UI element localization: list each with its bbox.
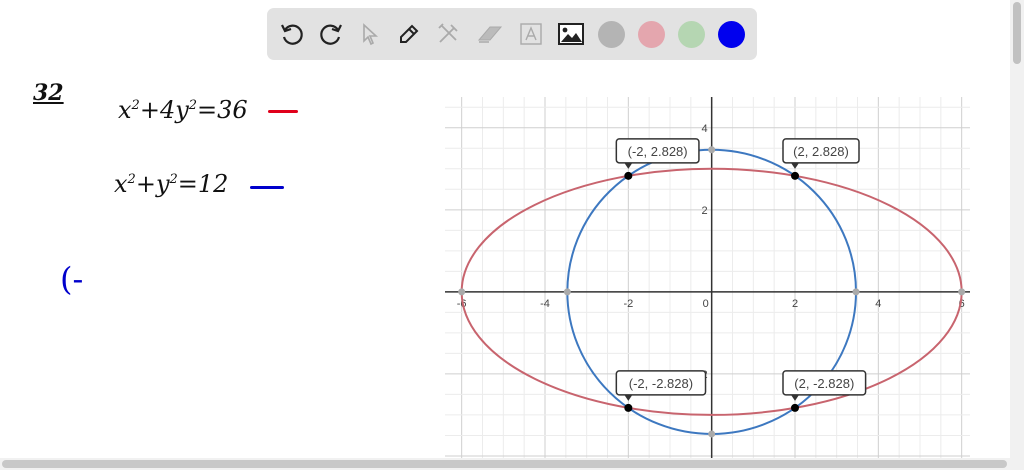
point-label: (2, 2.828) xyxy=(793,144,849,159)
toolbar xyxy=(267,8,757,60)
intersection-point xyxy=(624,171,633,180)
point-label: (-2, -2.828) xyxy=(629,376,693,391)
color-swatch-pink[interactable] xyxy=(638,21,665,48)
horizontal-scrollbar[interactable] xyxy=(0,458,1024,470)
x-tick-label: -4 xyxy=(540,298,550,310)
point-label: (2, -2.828) xyxy=(794,376,854,391)
point-label-pointer xyxy=(791,394,799,401)
intercept-point xyxy=(958,288,966,296)
tools-icon[interactable] xyxy=(433,19,463,49)
intercept-point xyxy=(852,288,860,296)
intercept-point xyxy=(563,288,571,296)
horizontal-scroll-thumb[interactable] xyxy=(2,460,1007,468)
x-tick-label: 4 xyxy=(875,298,881,310)
y-tick-label: 4 xyxy=(702,123,708,135)
x-tick-label: 0 xyxy=(703,298,709,310)
point-label-pointer xyxy=(624,394,633,401)
color-swatch-green[interactable] xyxy=(678,21,705,48)
text-box-icon[interactable] xyxy=(516,19,546,49)
intersection-point xyxy=(791,403,799,412)
undo-icon[interactable] xyxy=(277,19,307,49)
problem-number: 32 xyxy=(33,80,64,106)
red-color-marker xyxy=(268,110,298,113)
intercept-point xyxy=(708,146,716,154)
color-swatch-gray[interactable] xyxy=(598,21,625,48)
select-pointer-icon[interactable] xyxy=(355,19,385,49)
point-label-pointer xyxy=(791,162,799,169)
eraser-icon[interactable] xyxy=(475,19,505,49)
image-icon[interactable] xyxy=(556,19,586,49)
equation-ellipse: x2+4y2=36 xyxy=(118,96,248,124)
graph: -6-4-20246-224(-2, 2.828)(2, 2.828)(-2, … xyxy=(445,97,970,458)
redo-icon[interactable] xyxy=(316,19,346,49)
intersection-point xyxy=(624,403,633,412)
pen-icon[interactable] xyxy=(394,19,424,49)
y-tick-label: 2 xyxy=(702,205,708,217)
vertical-scroll-thumb[interactable] xyxy=(1013,2,1021,64)
point-label: (-2, 2.828) xyxy=(628,144,688,159)
x-tick-label: -2 xyxy=(623,298,633,310)
intercept-point xyxy=(708,430,716,438)
x-tick-label: 2 xyxy=(792,298,798,310)
blue-color-marker xyxy=(250,186,284,189)
color-swatch-blue[interactable] xyxy=(718,21,745,48)
vertical-scrollbar[interactable] xyxy=(1010,0,1024,458)
intercept-point xyxy=(458,288,466,296)
equation-circle: x2+y2=12 xyxy=(114,170,229,198)
point-label-pointer xyxy=(624,162,633,169)
partial-answer: (- xyxy=(60,260,84,298)
intersection-point xyxy=(791,171,799,180)
